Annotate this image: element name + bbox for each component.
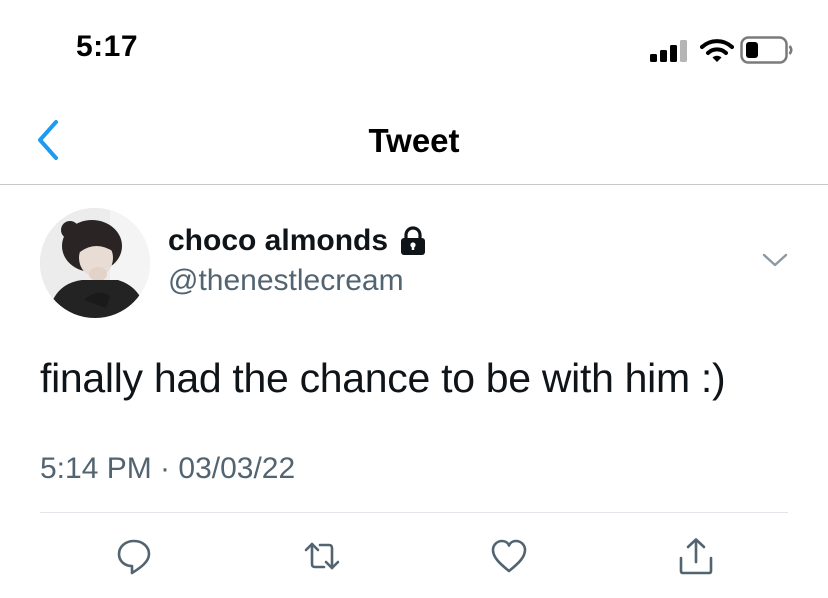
tweet-detail-screen: 5:17 Tweet choco almonds @thenestlecream… bbox=[0, 0, 828, 598]
like-button[interactable] bbox=[489, 536, 529, 576]
page-title: Tweet bbox=[368, 122, 460, 159]
more-options-button[interactable] bbox=[760, 250, 790, 270]
share-icon bbox=[679, 538, 713, 575]
wifi-icon bbox=[700, 39, 734, 62]
share-button[interactable] bbox=[676, 536, 716, 576]
like-icon bbox=[491, 539, 527, 573]
avatar[interactable] bbox=[40, 208, 150, 318]
retweet-button[interactable] bbox=[302, 536, 342, 576]
user-handle[interactable]: @thenestlecream bbox=[168, 264, 404, 298]
battery-icon bbox=[740, 36, 793, 64]
author-name-row[interactable]: choco almonds bbox=[168, 224, 428, 258]
cellular-signal-icon bbox=[650, 40, 687, 62]
tweet-timestamp[interactable]: 5:14 PM · 03/03/22 bbox=[40, 452, 295, 486]
lock-icon bbox=[401, 226, 426, 255]
actions-divider bbox=[40, 512, 788, 513]
retweet-icon bbox=[304, 542, 340, 570]
display-name: choco almonds bbox=[168, 224, 389, 257]
nav-divider bbox=[0, 184, 828, 185]
reply-icon bbox=[117, 539, 151, 575]
reply-button[interactable] bbox=[114, 536, 154, 576]
tweet-text: finally had the chance to be with him :) bbox=[40, 355, 726, 401]
status-time: 5:17 bbox=[76, 30, 139, 63]
avatar-image bbox=[40, 208, 150, 318]
chevron-down-icon bbox=[762, 253, 788, 267]
